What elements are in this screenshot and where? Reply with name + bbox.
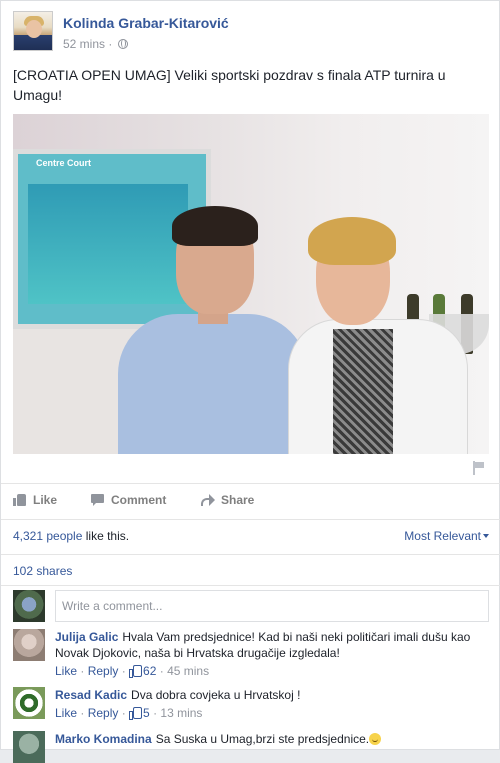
comment-input[interactable] xyxy=(55,590,489,622)
comment-time[interactable]: 13 mins xyxy=(160,706,202,720)
divider xyxy=(1,554,500,555)
comment-text: Dva dobra covjeka u Hrvatskoj ! xyxy=(131,688,301,702)
comment-time[interactable]: 45 mins xyxy=(167,664,209,678)
author-name[interactable]: Kolinda Grabar-Kitarović xyxy=(63,15,229,31)
post-meta: 52 mins · xyxy=(63,37,128,51)
like-icon xyxy=(13,494,27,506)
like-button[interactable]: Like xyxy=(13,493,57,507)
like-icon xyxy=(129,707,143,720)
commenter-avatar[interactable] xyxy=(13,629,45,661)
comment-like-link[interactable]: Like xyxy=(55,664,77,678)
comment-reply-link[interactable]: Reply xyxy=(88,706,119,720)
comment-meta: Like · Reply · 5 · 13 mins xyxy=(55,706,203,720)
comment-text: Sa Suska u Umag,brzi ste predsjednice. xyxy=(155,732,370,746)
share-icon xyxy=(201,494,215,506)
post-timestamp[interactable]: 52 mins xyxy=(63,37,105,51)
likes-count-link[interactable]: 4,321 people xyxy=(13,529,82,543)
divider xyxy=(1,585,500,586)
post-actions: Like Comment Share xyxy=(13,489,489,515)
commenter-avatar[interactable] xyxy=(13,731,45,763)
post-header: Kolinda Grabar-Kitarović 52 mins · xyxy=(13,11,489,53)
comment-likes-count[interactable]: 5 xyxy=(129,706,150,720)
comment-item: Julija Galic Hvala Vam predsjednice! Kad … xyxy=(13,629,489,681)
smile-emoji-icon xyxy=(369,733,382,745)
comment-item: Marko Komadina Sa Suska u Umag,brzi ste p… xyxy=(13,731,489,763)
share-button[interactable]: Share xyxy=(201,493,254,507)
author-avatar[interactable] xyxy=(13,11,53,51)
divider xyxy=(1,483,500,484)
viewer-avatar xyxy=(13,590,45,622)
comment-reply-link[interactable]: Reply xyxy=(88,664,119,678)
comment-icon xyxy=(91,494,105,506)
person-woman xyxy=(278,199,478,454)
shares-link[interactable]: 102 shares xyxy=(13,564,72,578)
post-photo[interactable]: Centre Court xyxy=(13,114,489,454)
divider xyxy=(1,519,500,520)
caret-down-icon xyxy=(483,534,489,538)
commenter-name[interactable]: Julija Galic xyxy=(55,630,118,644)
comment-meta: Like · Reply · 62 · 45 mins xyxy=(55,664,210,678)
likes-summary: 4,321 people like this. Most Relevant xyxy=(13,529,489,547)
tv-label: Centre Court xyxy=(36,158,92,168)
comment-button[interactable]: Comment xyxy=(91,493,166,507)
post-text: [CROATIA OPEN UMAG] Veliki sportski pozd… xyxy=(13,67,446,103)
sort-comments-dropdown[interactable]: Most Relevant xyxy=(404,529,489,543)
comment-item: Resad Kadic Dva dobra covjeka u Hrvatskoj… xyxy=(13,687,489,723)
commenter-name[interactable]: Resad Kadic xyxy=(55,688,127,702)
post-card: Kolinda Grabar-Kitarović 52 mins · [CROA… xyxy=(0,0,500,763)
comment-like-link[interactable]: Like xyxy=(55,706,77,720)
comment-likes-count[interactable]: 62 xyxy=(129,664,156,678)
flag-icon[interactable] xyxy=(473,461,485,475)
commenter-name[interactable]: Marko Komadina xyxy=(55,732,152,746)
globe-icon[interactable] xyxy=(117,39,128,49)
commenter-avatar[interactable] xyxy=(13,687,45,719)
like-icon xyxy=(129,665,143,678)
comment-composer xyxy=(13,590,489,622)
